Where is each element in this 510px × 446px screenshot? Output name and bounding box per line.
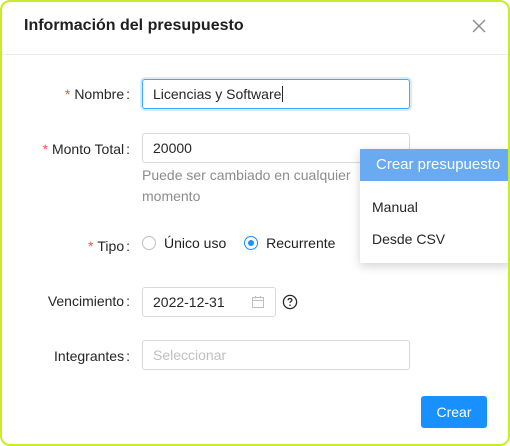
integrantes-label: Integrantes:: [54, 348, 130, 364]
radio-unico-uso[interactable]: Único uso: [142, 235, 226, 251]
dropdown-header-button[interactable]: Crear presupuesto: [360, 149, 508, 181]
menu-item-manual[interactable]: Manual: [360, 191, 508, 223]
nombre-label: * Nombre:: [64, 86, 130, 102]
vencimiento-datepicker[interactable]: 2022-12-31: [142, 287, 276, 317]
close-icon[interactable]: [470, 17, 488, 35]
radio-unchecked-icon: [142, 236, 156, 250]
nombre-input[interactable]: Licencias y Software: [142, 79, 410, 109]
required-mark: *: [64, 86, 71, 102]
dialog-title: Información del presupuesto: [24, 17, 244, 34]
calendar-icon: [252, 296, 264, 308]
radio-recurrente[interactable]: Recurrente: [244, 235, 335, 251]
text-caret: [282, 86, 284, 102]
crear-presupuesto-dropdown: Crear presupuesto Manual Desde CSV: [360, 149, 508, 263]
monto-label: * Monto Total:: [42, 141, 130, 157]
required-mark: *: [87, 238, 94, 254]
modal-dialog: Información del presupuesto * Nombre: Lic…: [0, 0, 510, 446]
required-mark: *: [42, 141, 48, 157]
crear-button[interactable]: Crear: [421, 396, 487, 428]
vencimiento-label: Vencimiento:: [47, 293, 130, 309]
radio-checked-icon: [244, 236, 259, 250]
dialog-header: Información del presupuesto: [2, 2, 508, 55]
integrantes-select[interactable]: Seleccionar: [142, 340, 410, 370]
tipo-radio-group: Único uso Recurrente: [142, 235, 349, 253]
menu-item-desde-csv[interactable]: Desde CSV: [360, 223, 508, 255]
tipo-label: * Tipo:: [87, 238, 130, 254]
question-circle-icon[interactable]: [282, 294, 298, 310]
monto-hint: Puede ser cambiado en cualquier momento: [142, 167, 351, 204]
